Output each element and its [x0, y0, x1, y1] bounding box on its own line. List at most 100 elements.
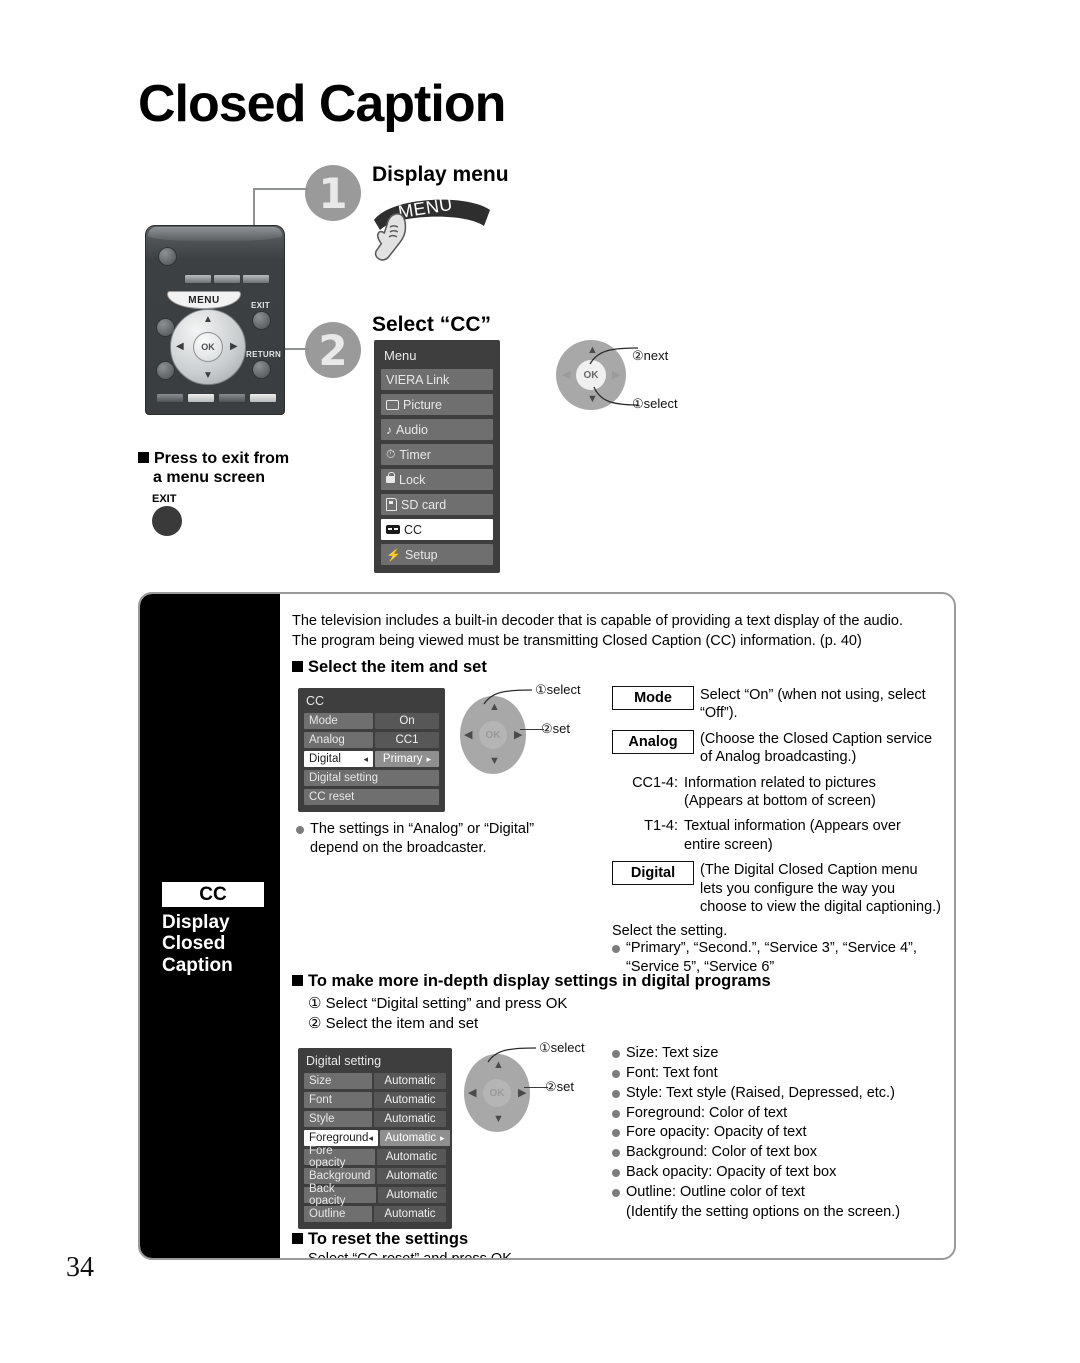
remote-color-button-1[interactable]: [156, 393, 184, 403]
page-title: Closed Caption: [138, 75, 506, 133]
cc-osd-row-mode[interactable]: Mode On: [304, 713, 439, 729]
content-body: The television includes a built-in decod…: [292, 612, 942, 1258]
bullet-square-icon: [292, 1233, 303, 1244]
digital-note-line: Select the setting.: [612, 923, 728, 940]
section-indepth-heading-text: To make more in-depth display settings i…: [308, 972, 771, 990]
definition-row-mode: Mode Select “On” (when not using, select…: [612, 686, 942, 723]
menu-item-setup[interactable]: ⚡ Setup: [381, 544, 493, 565]
nav-wheel-down-arrow[interactable]: ▼: [489, 756, 500, 767]
digital-osd-value: Automatic: [374, 1073, 446, 1089]
nav-wheel-right-arrow[interactable]: ▶: [518, 1088, 526, 1099]
menu-item-label: Lock: [399, 472, 426, 487]
remote-top-button-1[interactable]: [184, 274, 212, 284]
remote-exit-label: EXIT: [251, 301, 270, 310]
digital-select-label: ①select: [539, 1040, 585, 1055]
step-2-title: Select “CC”: [372, 313, 492, 336]
digital-osd-key: Back opacity: [304, 1183, 376, 1207]
digital-osd-row-foreground[interactable]: Foreground Automatic: [304, 1130, 450, 1146]
definition-value: Information related to pictures (Appears…: [684, 774, 876, 810]
exit-note-button-label: EXIT: [152, 493, 177, 505]
cc-osd-panel: CC Mode On Analog CC1 Digital Primary Di…: [298, 688, 445, 812]
dpad-up-arrow[interactable]: ▲: [203, 315, 213, 325]
digital-osd-row-outline[interactable]: Outline Automatic: [304, 1206, 446, 1222]
nav-wheel-right-arrow[interactable]: ▶: [612, 370, 620, 381]
definition-row-cc1-4: CC1-4: Information related to pictures (…: [612, 774, 942, 811]
cc-osd-row-digital-setting[interactable]: Digital setting: [304, 770, 439, 786]
step-1-title: Display menu: [372, 163, 509, 186]
bullet-dot-icon: [296, 826, 304, 834]
dpad-left-arrow[interactable]: ◀: [176, 342, 184, 352]
remote-color-button-2[interactable]: [187, 393, 215, 403]
remote-top-button-2[interactable]: [213, 274, 241, 284]
nav-wheel-left-arrow[interactable]: ◀: [562, 370, 570, 381]
menu-item-lock[interactable]: Lock: [381, 469, 493, 490]
digital-osd-row-font[interactable]: Font Automatic: [304, 1092, 446, 1108]
menu-item-cc[interactable]: CC: [381, 519, 493, 540]
menu-item-sd-card[interactable]: SD card: [381, 494, 493, 515]
list-item-label: Background: Color of text box: [626, 1144, 818, 1161]
cc-osd-key: CC reset: [304, 789, 439, 805]
section-indepth-step-2: ② Select the item and set: [308, 1015, 479, 1032]
remote-ok-button[interactable]: OK: [193, 332, 223, 362]
dpad-right-arrow[interactable]: ▶: [230, 342, 238, 352]
nav-wheel-ok-button[interactable]: OK: [483, 1079, 511, 1107]
sidebar-black-tab: CC Display Closed Caption: [140, 594, 280, 1258]
digital-osd-key: Foreground: [304, 1130, 378, 1146]
nav-wheel-select-label: ①select: [632, 396, 678, 411]
digital-osd-value: Automatic: [374, 1092, 446, 1108]
definition-key: T1-4:: [644, 818, 678, 835]
remote-left-button-2[interactable]: [156, 361, 175, 380]
menu-item-timer[interactable]: ⏱ Timer: [381, 444, 493, 465]
bullet-dot-icon: [612, 1149, 620, 1158]
digital-osd-row-fore-opacity[interactable]: Fore opacity Automatic: [304, 1145, 446, 1169]
nav-wheel-left-arrow[interactable]: ◀: [468, 1088, 476, 1099]
dpad-down-arrow[interactable]: ▼: [203, 371, 213, 381]
remote-top-button-3[interactable]: [242, 274, 270, 284]
nav-wheel-digital: ▲ ▼ ◀ ▶ OK: [464, 1054, 530, 1132]
exit-note-heading-1: Press to exit from: [154, 450, 290, 467]
list-item: Fore opacity: Opacity of text: [612, 1123, 942, 1142]
remote-control: MENU ▲ ▼ ◀ ▶ OK EXIT RETURN: [145, 225, 285, 415]
step-1-badge: 1: [305, 165, 361, 221]
digital-osd-key: Font: [304, 1092, 372, 1108]
bullet-dot-icon: [612, 1169, 620, 1178]
section-select-note: The settings in “Analog” or “Digital” de…: [296, 820, 546, 858]
menu-item-label: Timer: [399, 447, 431, 462]
remote-color-button-3[interactable]: [218, 393, 246, 403]
cc-osd-row-cc-reset[interactable]: CC reset: [304, 789, 439, 805]
menu-item-viera-link[interactable]: VIERA Link: [381, 369, 493, 390]
section-indepth-step-1: ① Select “Digital setting” and press OK: [308, 995, 568, 1012]
list-item-label: Size: Text size: [626, 1045, 719, 1061]
definition-value: (The Digital Closed Caption menu lets yo…: [700, 862, 942, 916]
section-indepth-heading: To make more in-depth display settings i…: [292, 972, 942, 991]
list-item: Foreground: Color of text: [612, 1104, 942, 1123]
page-number: 34: [66, 1252, 94, 1283]
digital-osd-value: Automatic: [377, 1168, 446, 1184]
nav-wheel-ok-button[interactable]: OK: [479, 721, 507, 749]
pointing-hand-icon: [374, 213, 407, 261]
digital-osd-row-background[interactable]: Background Automatic: [304, 1168, 446, 1184]
digital-bullets-list: Size: Text size Font: Text font Style: T…: [612, 1044, 942, 1222]
cc-osd-row-analog[interactable]: Analog CC1: [304, 732, 439, 748]
menu-item-picture[interactable]: Picture: [381, 394, 493, 415]
bullet-dot-icon: [612, 945, 620, 954]
digital-bullets-tail: (Identify the setting options on the scr…: [626, 1203, 901, 1220]
nav-wheel-left-arrow[interactable]: ◀: [464, 730, 472, 741]
bullet-dot-icon: [612, 1188, 620, 1197]
nav-wheel-down-arrow[interactable]: ▼: [493, 1114, 504, 1125]
menu-item-audio[interactable]: ♪ Audio: [381, 419, 493, 440]
remote-power-button[interactable]: [158, 247, 177, 266]
remote-return-button[interactable]: [252, 360, 271, 379]
list-item: Size: Text size: [612, 1044, 942, 1063]
remote-exit-button[interactable]: [252, 311, 271, 330]
list-item-label: Back opacity: Opacity of text box: [626, 1164, 837, 1181]
manual-page: Closed Caption 1 Display menu MENU 2 Sel…: [0, 0, 1080, 1363]
nav-wheel-right-arrow[interactable]: ▶: [514, 730, 522, 741]
remote-color-button-4[interactable]: [249, 393, 277, 403]
digital-osd-row-style[interactable]: Style Automatic: [304, 1111, 446, 1127]
cc-osd-row-digital[interactable]: Digital Primary: [304, 751, 439, 767]
tv-menu-title: Menu: [384, 348, 417, 363]
digital-osd-row-back-opacity[interactable]: Back opacity Automatic: [304, 1183, 446, 1207]
exit-button-graphic[interactable]: [152, 506, 182, 536]
digital-osd-row-size[interactable]: Size Automatic: [304, 1073, 446, 1089]
